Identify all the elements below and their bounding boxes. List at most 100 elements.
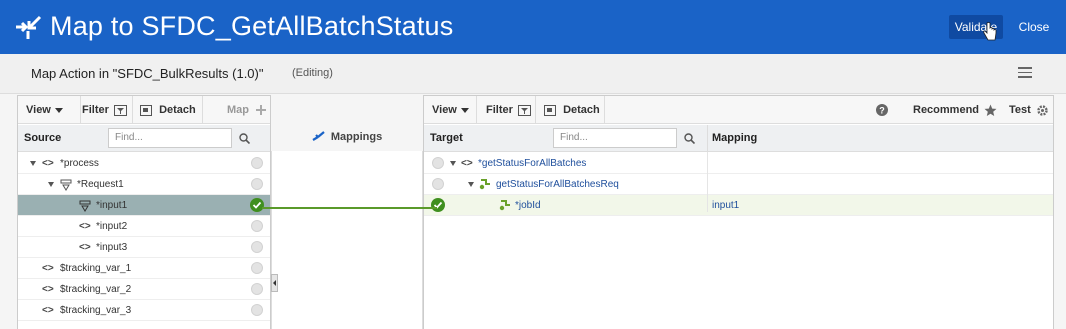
unmapped-status-icon <box>251 304 263 316</box>
expand-triangle-icon[interactable] <box>450 160 456 166</box>
source-find-input[interactable]: Find... <box>108 128 232 148</box>
map-button[interactable]: Map <box>227 96 267 124</box>
search-icon[interactable] <box>684 133 695 144</box>
mapping-column-divider <box>707 152 708 212</box>
unmapped-status-icon <box>251 262 263 274</box>
unmapped-status-icon <box>432 178 444 190</box>
detach-icon <box>544 104 556 116</box>
source-row-label: $tracking_var_2 <box>60 284 132 295</box>
target-detach-label: Detach <box>563 104 600 116</box>
mapping-connector-line[interactable] <box>262 207 437 209</box>
target-row-selected[interactable]: *jobId input1 <box>424 195 1053 216</box>
detach-icon <box>140 104 152 116</box>
target-view-menu[interactable]: View <box>432 96 469 124</box>
svg-text:?: ? <box>879 106 885 116</box>
chevron-down-icon <box>460 107 469 113</box>
source-filter-button[interactable]: Filter <box>82 96 127 124</box>
map-action-title: Map Action in "SFDC_BulkResults (1.0)" <box>31 66 264 81</box>
map-plus-icon <box>256 105 267 116</box>
element-icon: <> <box>42 284 54 295</box>
source-row-label: $tracking_var_3 <box>60 305 132 316</box>
complex-type-icon <box>499 200 510 211</box>
map-label: Map <box>227 104 249 116</box>
map-action-bar: Map Action in "SFDC_BulkResults (1.0)" (… <box>0 54 1066 94</box>
target-row-label: *getStatusForAllBatches <box>478 158 587 169</box>
target-view-label: View <box>432 104 457 116</box>
page-title: Map to SFDC_GetAllBatchStatus <box>50 11 454 41</box>
source-row-label: *input2 <box>96 221 128 232</box>
editing-status: (Editing) <box>292 67 333 79</box>
unmapped-status-icon <box>251 157 263 169</box>
source-row-label: *input3 <box>96 242 128 253</box>
source-toolbar: View Filter Detach Map <box>18 96 270 124</box>
mappings-label: Mappings <box>330 131 383 143</box>
element-icon: <> <box>42 263 54 274</box>
source-row-label: *input1 <box>96 200 128 211</box>
source-row[interactable]: *Request1 <box>18 174 270 195</box>
filter-icon <box>517 104 531 116</box>
source-row[interactable]: <> *input2 <box>18 216 270 237</box>
element-icon: <> <box>79 242 91 253</box>
source-row[interactable]: <> *process <box>18 153 270 174</box>
request-icon <box>79 200 91 212</box>
target-filter-button[interactable]: Filter <box>486 96 531 124</box>
unmapped-status-icon <box>251 178 263 190</box>
mappings-header: Mappings <box>271 124 423 151</box>
filter-icon <box>113 104 127 116</box>
source-row[interactable]: <> $tracking_var_3 <box>18 300 270 321</box>
target-toolbar: View Filter Detach ? Recommend Test <box>424 96 1053 124</box>
source-view-menu[interactable]: View <box>26 96 63 124</box>
mappings-icon <box>312 131 325 142</box>
source-detach-button[interactable]: Detach <box>140 96 196 124</box>
source-row-label: $tracking_var_1 <box>60 263 132 274</box>
gear-icon <box>1037 104 1048 116</box>
test-button[interactable]: Test <box>1009 96 1049 124</box>
mapped-check-icon <box>250 198 264 212</box>
collapse-panel-handle[interactable] <box>271 274 278 292</box>
target-row-label: getStatusForAllBatchesReq <box>496 179 619 190</box>
dialog-header: Map to SFDC_GetAllBatchStatus Validate C… <box>0 0 1066 54</box>
recommend-button[interactable]: Recommend <box>913 96 997 124</box>
test-label: Test <box>1009 104 1031 116</box>
menu-icon[interactable] <box>1018 67 1032 79</box>
search-icon[interactable] <box>239 133 250 144</box>
target-mapping-value[interactable]: input1 <box>712 195 739 216</box>
mapping-lines-area <box>271 151 423 329</box>
target-find-input[interactable]: Find... <box>553 128 677 148</box>
source-column-header: Source Find... <box>18 125 270 152</box>
expand-triangle-icon[interactable] <box>30 160 36 166</box>
target-row-label: *jobId <box>515 200 541 211</box>
request-icon <box>60 179 72 191</box>
source-filter-label: Filter <box>82 104 109 116</box>
map-arrows-icon <box>16 15 42 39</box>
unmapped-status-icon <box>251 220 263 232</box>
chevron-left-icon <box>273 280 276 286</box>
element-icon: <> <box>79 221 91 232</box>
source-detach-label: Detach <box>159 104 196 116</box>
source-panel: View Filter Detach Map Source Find... <>… <box>17 95 271 329</box>
expand-triangle-icon[interactable] <box>468 181 474 187</box>
target-column-header: Target Find... Mapping <box>424 125 1053 152</box>
unmapped-status-icon <box>251 241 263 253</box>
target-row[interactable]: <> *getStatusForAllBatches <box>424 153 1053 174</box>
element-icon: <> <box>461 158 473 169</box>
source-row[interactable]: <> *input3 <box>18 237 270 258</box>
expand-triangle-icon[interactable] <box>48 181 54 187</box>
target-row[interactable]: getStatusForAllBatchesReq <box>424 174 1053 195</box>
hand-cursor-icon <box>983 22 997 41</box>
help-icon: ? <box>876 104 888 117</box>
source-row-label: *process <box>60 158 99 169</box>
close-button[interactable]: Close <box>1016 15 1052 39</box>
source-column-label: Source <box>24 132 62 144</box>
help-button[interactable]: ? <box>876 96 888 124</box>
mapped-check-icon <box>431 198 445 212</box>
source-row-label: *Request1 <box>77 179 124 190</box>
star-icon <box>984 104 997 116</box>
recommend-label: Recommend <box>913 104 980 116</box>
source-row-selected[interactable]: *input1 <box>18 195 270 216</box>
target-panel: View Filter Detach ? Recommend Test Targ… <box>423 95 1054 329</box>
target-detach-button[interactable]: Detach <box>544 96 600 124</box>
mappings-canvas: Mappings <box>271 95 423 329</box>
source-row[interactable]: <> $tracking_var_1 <box>18 258 270 279</box>
source-row[interactable]: <> $tracking_var_2 <box>18 279 270 300</box>
